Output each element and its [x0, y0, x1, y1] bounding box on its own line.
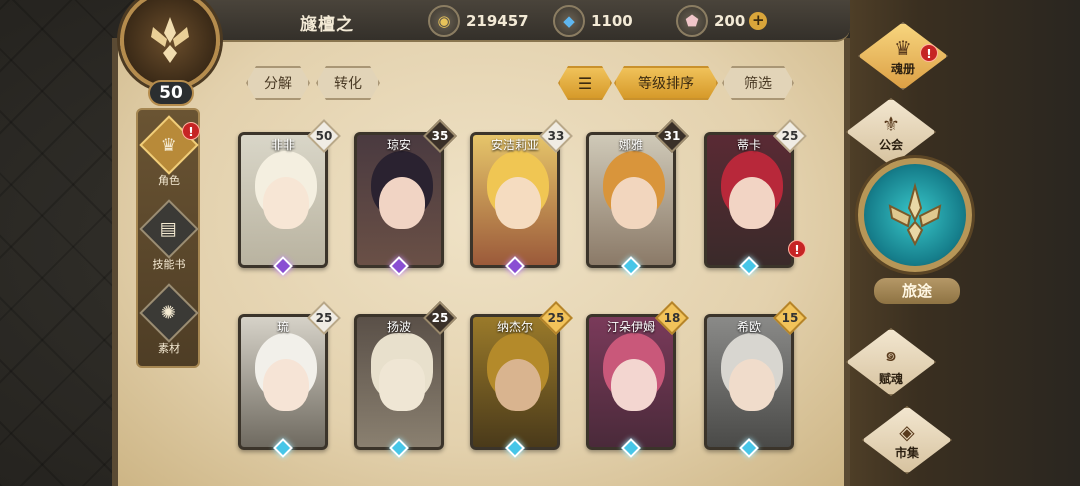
soul-gift-label: 赋魂 [878, 371, 903, 386]
market-button[interactable]: ◈ 市集 [862, 406, 952, 474]
rarity-gem-icon [611, 437, 651, 459]
character-card[interactable]: 蒂卡 25 ! [704, 119, 807, 277]
rarity-gem-icon [729, 255, 769, 277]
soul-book-label: 魂册 [890, 61, 915, 76]
rarity-gem-icon [495, 255, 535, 277]
character-card[interactable]: 琼安 35 [354, 119, 457, 277]
soul-book-alert-icon: ! [920, 44, 938, 62]
character-card[interactable]: 娜雅 31 [586, 119, 689, 277]
card-alert-icon: ! [788, 240, 806, 258]
gem-currency: ⬟ 200 + [676, 5, 768, 37]
materials-icon: ✺ [139, 283, 199, 343]
sort-lines-icon: ☰ [577, 73, 593, 93]
rarity-gem-icon [379, 255, 419, 277]
filter-button[interactable]: 筛选 [722, 66, 794, 100]
crystal-currency: ◆ 1100 [553, 5, 633, 37]
character-card[interactable]: 扬波 25 [354, 301, 457, 459]
convert-button[interactable]: 转化 [316, 66, 380, 100]
nav-item-materials[interactable]: ✺ 素材 [139, 282, 199, 358]
player-level-badge: 50 [148, 80, 194, 106]
card-level: 25 [431, 311, 449, 325]
market-label: 市集 [894, 445, 919, 460]
gold-coin-icon: ◉ [428, 5, 460, 37]
rarity-gem-icon [379, 437, 419, 459]
rarity-gem-icon [263, 437, 303, 459]
card-level: 33 [547, 129, 565, 143]
crest-icon [120, 0, 220, 90]
guild-label: 公会 [878, 137, 903, 152]
gold-currency: ◉ 219457 [428, 5, 529, 37]
gold-amount: 219457 [466, 12, 529, 30]
skill-book-icon: ▤ [139, 199, 199, 259]
card-level: 50 [315, 129, 333, 143]
blue-crystal-icon: ◆ [553, 5, 585, 37]
gem-amount: 200 [714, 12, 746, 30]
nav-item-skill-book[interactable]: ▤ 技能书 [139, 198, 199, 274]
level-sort-button[interactable]: 等级排序 [614, 66, 718, 100]
card-level: 35 [431, 129, 449, 143]
decompose-button[interactable]: 分解 [246, 66, 310, 100]
character-card[interactable]: 非非 50 [238, 119, 341, 277]
character-card[interactable]: 纳杰尔 25 [470, 301, 573, 459]
pink-gem-icon: ⬟ [676, 5, 708, 37]
guild-icon: ⚜ [882, 111, 900, 136]
card-level: 25 [781, 129, 799, 143]
crystal-amount: 1100 [591, 12, 633, 30]
player-name: 旞檀之 [300, 15, 354, 35]
add-gem-button[interactable]: + [749, 12, 768, 30]
rarity-gem-icon [495, 437, 535, 459]
market-gem-icon: ◈ [899, 419, 915, 444]
character-card[interactable]: 安洁莉亚 33 [470, 119, 573, 277]
soul-book-button[interactable]: ♛ 魂册 ! [858, 22, 948, 90]
soul-book-icon: ♛ [894, 35, 912, 60]
sort-order-button[interactable]: ☰ [558, 66, 612, 100]
card-level: 25 [315, 311, 333, 325]
soul-gift-button[interactable]: ๑ 赋魂 [846, 328, 936, 396]
journey-label: 旅途 [874, 278, 960, 304]
journey-compass-icon [858, 158, 972, 272]
card-level: 18 [663, 311, 681, 325]
character-card[interactable]: 希欧 15 [704, 301, 807, 459]
nav-item-character[interactable]: ♛ 角色 ! [139, 114, 200, 190]
side-nav: ♛ 角色 ! ▤ 技能书 ✺ 素材 [136, 108, 200, 368]
guild-button[interactable]: ⚜ 公会 [846, 98, 936, 166]
card-level: 31 [663, 129, 681, 143]
character-card[interactable]: 琉 25 [238, 301, 341, 459]
player-emblem[interactable]: 50 [108, 0, 232, 108]
character-card[interactable]: 汀朵伊姆 18 [586, 301, 689, 459]
rarity-gem-icon [729, 437, 769, 459]
card-level: 15 [781, 311, 799, 325]
rarity-gem-icon [611, 255, 651, 277]
rarity-gem-icon [263, 255, 303, 277]
soul-swirl-icon: ๑ [884, 341, 898, 366]
journey-button[interactable]: 旅途 [856, 158, 974, 308]
card-level: 25 [547, 311, 565, 325]
character-alert-icon: ! [182, 122, 200, 140]
